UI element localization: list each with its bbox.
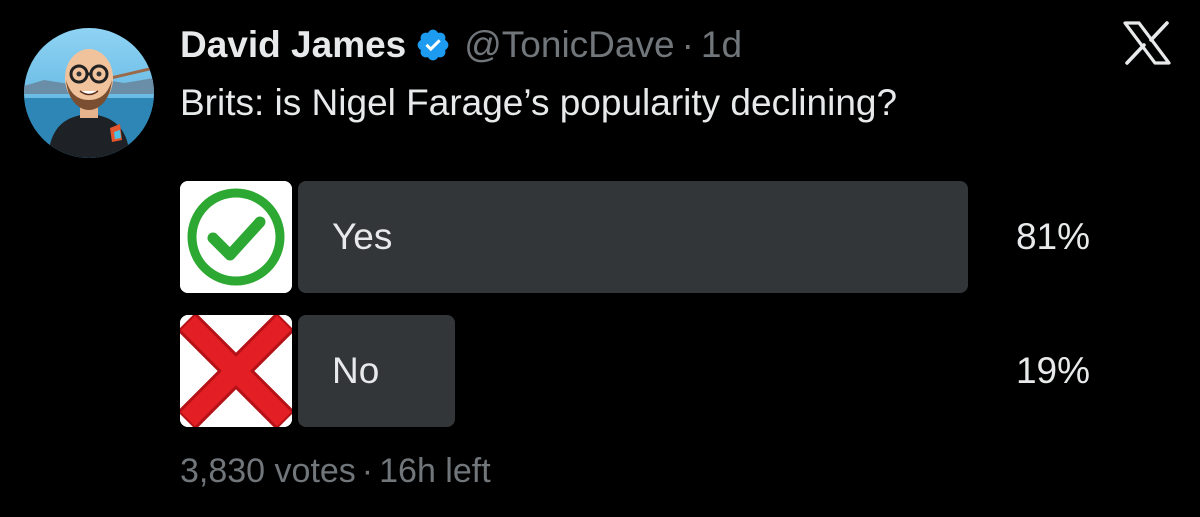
time-left: 16h left [379, 452, 491, 490]
poll-option-label: No [332, 350, 380, 391]
poll-option-percent: 19% [1015, 350, 1090, 391]
tweet-text: Brits: is Nigel Farage’s popularity decl… [180, 82, 898, 123]
poll-option-no[interactable]: No 19% [180, 315, 1100, 427]
author-name[interactable]: David James [180, 24, 406, 66]
poll-option-yes[interactable]: Yes 81% [180, 181, 1100, 293]
check-mark-icon [180, 181, 292, 293]
poll-footer: 3,830 votes · 16h left [180, 452, 491, 491]
tweet-header: David James @TonicDave · 1d [180, 22, 742, 68]
vote-count: 3,830 votes [180, 452, 356, 490]
x-logo-icon [1123, 21, 1171, 65]
poll-result-track [298, 315, 968, 427]
poll-option-percent: 81% [1015, 216, 1090, 257]
verified-badge-icon[interactable] [415, 27, 451, 63]
poll-result-track [298, 181, 968, 293]
avatar[interactable] [24, 28, 154, 158]
poll-option-label: Yes [332, 216, 393, 257]
footer-separator: · [361, 452, 374, 490]
header-separator: · [681, 24, 694, 65]
tweet-timestamp[interactable]: 1d [701, 24, 742, 66]
author-handle[interactable]: @TonicDave [464, 24, 674, 66]
red-x-icon [180, 315, 292, 427]
poll-result-bar [298, 181, 968, 293]
